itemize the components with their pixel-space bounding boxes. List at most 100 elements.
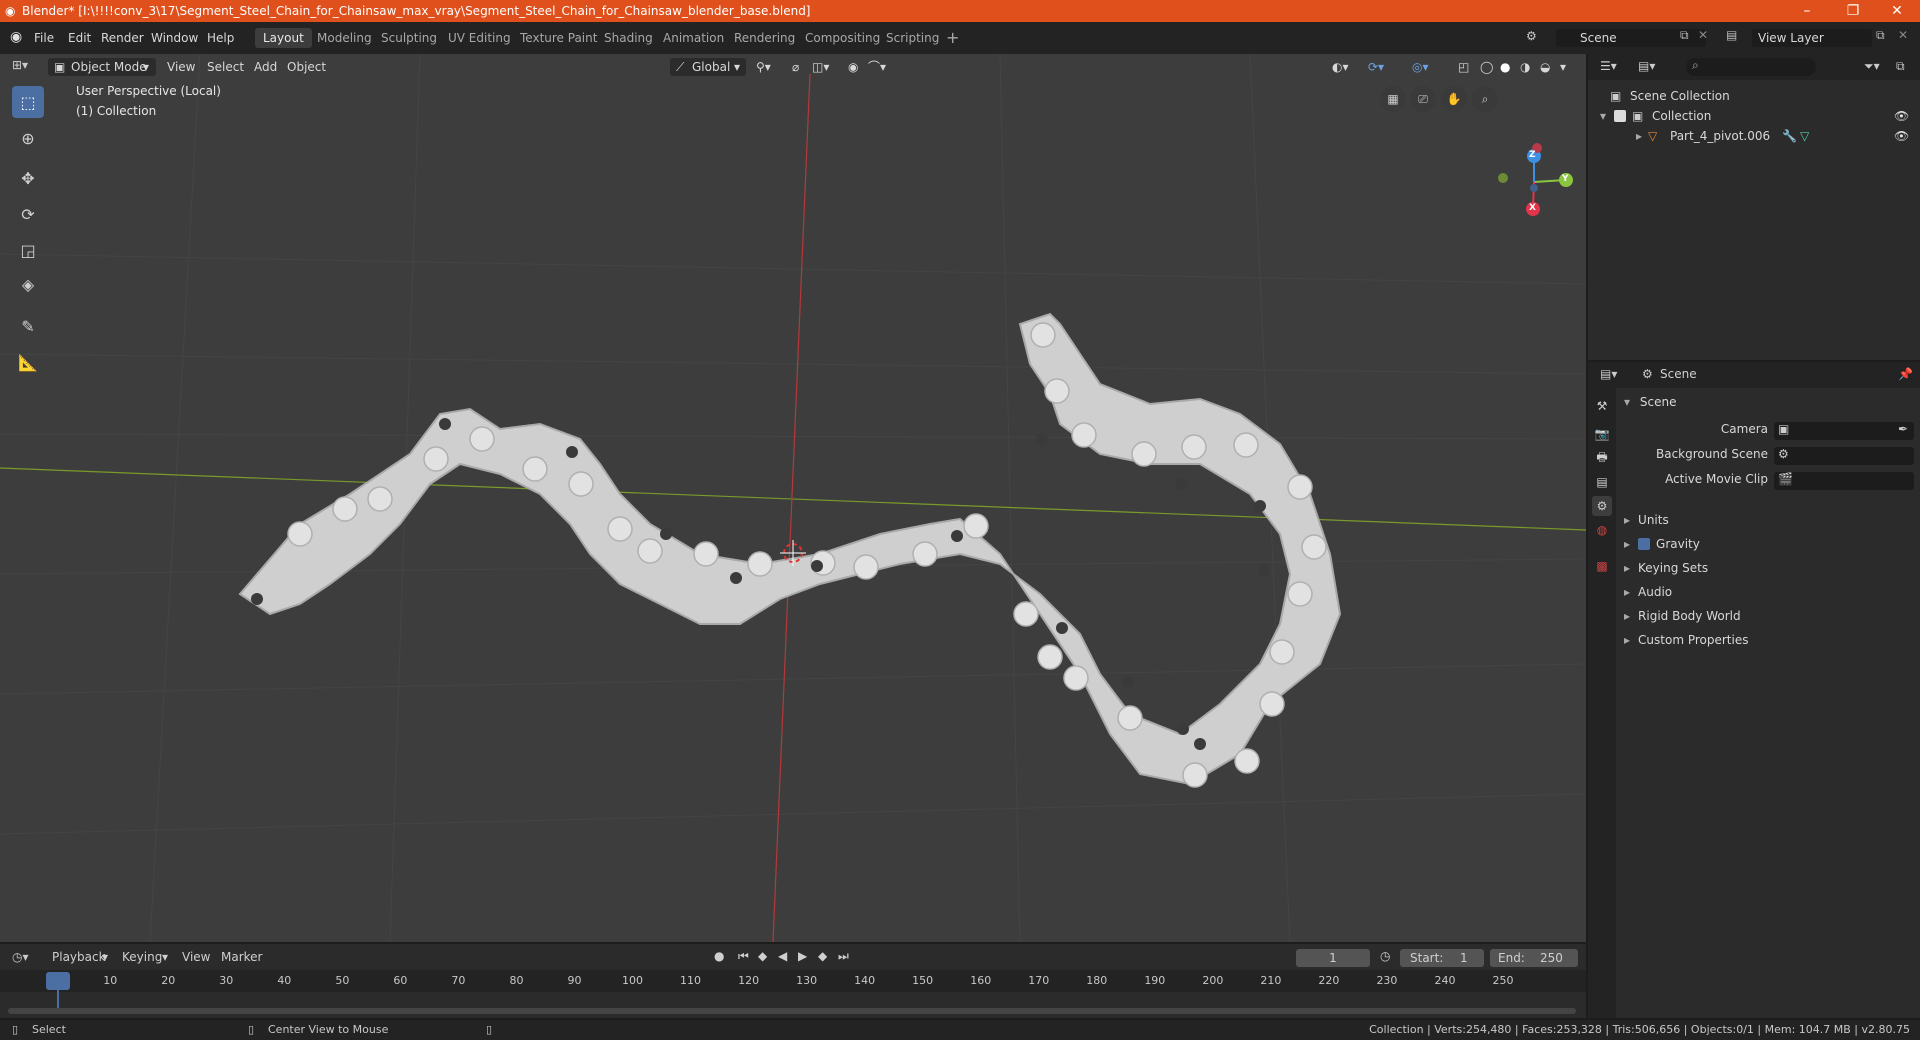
modifier-wrench-icon[interactable]: 🔧 bbox=[1782, 126, 1797, 146]
outliner-row-collection[interactable]: ▾ ▣ Collection 👁 bbox=[1588, 106, 1920, 126]
proportional-edit-icon[interactable]: ◉ bbox=[848, 58, 858, 76]
prev-keyframe-icon[interactable]: ◆ bbox=[758, 949, 767, 963]
delete-scene-icon[interactable]: ✕ bbox=[1698, 28, 1708, 42]
view-layer-field[interactable]: View Layer bbox=[1752, 29, 1872, 47]
view-layer-tab-icon[interactable]: ▤ bbox=[1592, 472, 1612, 492]
zoom-icon[interactable]: ⌕ bbox=[1472, 86, 1498, 112]
world-tab-icon[interactable]: ◍ bbox=[1592, 520, 1612, 540]
visibility-icon[interactable]: ◐▾ bbox=[1332, 58, 1349, 76]
solid-shading-icon[interactable]: ● bbox=[1500, 58, 1510, 76]
tab-layout[interactable]: Layout bbox=[255, 28, 312, 48]
eye-icon[interactable]: 👁 bbox=[1894, 106, 1909, 126]
tab-uv-editing[interactable]: UV Editing bbox=[440, 28, 519, 48]
outliner-row-object[interactable]: ▸ ▽ Part_4_pivot.006 🔧 ▽ 👁 bbox=[1588, 126, 1920, 146]
pivot-icon[interactable]: ⚲▾ bbox=[756, 58, 771, 76]
new-scene-icon[interactable]: ⧉ bbox=[1680, 28, 1689, 43]
rendered-shading-icon[interactable]: ◒ bbox=[1540, 58, 1550, 76]
tab-shading[interactable]: Shading bbox=[596, 28, 661, 48]
mesh-data-icon[interactable]: ▽ bbox=[1800, 126, 1809, 146]
jump-start-icon[interactable]: ⏮ bbox=[738, 949, 749, 964]
filter-icon[interactable]: ⏷▾ bbox=[1864, 59, 1880, 74]
texture-tab-icon[interactable]: ▩ bbox=[1592, 556, 1612, 576]
menu-edit[interactable]: Edit bbox=[68, 29, 91, 47]
play-icon[interactable]: ▶ bbox=[798, 949, 807, 963]
active-movie-clip-field[interactable] bbox=[1774, 472, 1914, 490]
timeline-ruler[interactable] bbox=[0, 970, 1586, 992]
outliner-row-scene-collection[interactable]: ▣ Scene Collection bbox=[1588, 86, 1920, 106]
3d-viewport[interactable]: Z Y X ⊞▾ ▣ Object Mode ▾ View Select Add… bbox=[0, 54, 1586, 942]
outliner-editor-type-icon[interactable]: ☰▾ bbox=[1600, 59, 1617, 73]
jump-end-icon[interactable]: ⏭ bbox=[838, 949, 849, 964]
xray-icon[interactable]: ◰ bbox=[1458, 58, 1469, 76]
scene-selector-icon[interactable]: ⚙ bbox=[1526, 29, 1537, 43]
display-mode-icon[interactable]: ▤▾ bbox=[1638, 59, 1655, 73]
new-collection-icon[interactable]: ⧉ bbox=[1896, 59, 1905, 74]
snap-icon[interactable]: ⌀ bbox=[792, 58, 799, 76]
select-menu[interactable]: Select bbox=[207, 58, 244, 76]
object-menu[interactable]: Object bbox=[287, 58, 326, 76]
add-workspace-icon[interactable]: + bbox=[946, 28, 959, 47]
measure-tool-icon[interactable]: 📐 bbox=[12, 346, 44, 378]
gravity-section[interactable]: ▸ Gravity bbox=[1624, 534, 1700, 554]
select-box-tool-icon[interactable]: ⬚ bbox=[12, 86, 44, 118]
record-icon[interactable]: ● bbox=[714, 949, 724, 963]
wireframe-shading-icon[interactable]: ◯ bbox=[1480, 58, 1493, 76]
timeline-scrollbar[interactable] bbox=[8, 1008, 1576, 1014]
material-shading-icon[interactable]: ◑ bbox=[1520, 58, 1530, 76]
units-section[interactable]: ▸ Units bbox=[1624, 510, 1669, 530]
playhead[interactable] bbox=[46, 972, 70, 990]
render-tab-icon[interactable]: 📷 bbox=[1592, 424, 1612, 444]
menu-render[interactable]: Render bbox=[101, 29, 144, 47]
minimize-button[interactable]: – bbox=[1784, 0, 1830, 22]
background-scene-field[interactable] bbox=[1774, 447, 1914, 465]
gravity-checkbox[interactable] bbox=[1638, 538, 1651, 550]
keying-menu[interactable]: Keying bbox=[122, 950, 162, 964]
shading-options-icon[interactable]: ▾ bbox=[1560, 58, 1566, 76]
gizmo-toggle-icon[interactable]: ⟳▾ bbox=[1368, 58, 1384, 76]
close-button[interactable]: ✕ bbox=[1874, 0, 1920, 22]
eye-icon[interactable]: 👁 bbox=[1894, 126, 1909, 146]
delete-view-layer-icon[interactable]: ✕ bbox=[1898, 28, 1908, 42]
custom-properties-section[interactable]: ▸ Custom Properties bbox=[1624, 630, 1748, 650]
audio-section[interactable]: ▸ Audio bbox=[1624, 582, 1672, 602]
tab-compositing[interactable]: Compositing bbox=[797, 28, 888, 48]
pan-hand-icon[interactable]: ✋ bbox=[1441, 86, 1467, 112]
current-frame-field[interactable]: 1 bbox=[1296, 949, 1370, 967]
new-view-layer-icon[interactable]: ⧉ bbox=[1876, 28, 1885, 43]
annotate-tool-icon[interactable]: ✎ bbox=[12, 310, 44, 342]
scene-tab-icon[interactable]: ⚙ bbox=[1592, 496, 1612, 516]
tab-modeling[interactable]: Modeling bbox=[309, 28, 380, 48]
tab-scripting[interactable]: Scripting bbox=[878, 28, 947, 48]
expand-arrow-icon[interactable]: ▾ bbox=[1600, 106, 1606, 126]
add-menu[interactable]: Add bbox=[254, 58, 277, 76]
output-tab-icon[interactable]: 🖶 bbox=[1592, 448, 1612, 468]
move-tool-icon[interactable]: ✥ bbox=[12, 162, 44, 194]
scene-panel-header[interactable]: ▾ Scene bbox=[1624, 392, 1676, 412]
menu-help[interactable]: Help bbox=[207, 29, 234, 47]
maximize-button[interactable]: ❐ bbox=[1830, 0, 1876, 22]
next-keyframe-icon[interactable]: ◆ bbox=[818, 949, 827, 963]
pin-icon[interactable]: 📌 bbox=[1898, 367, 1913, 381]
toggle-grid-icon[interactable]: ▦ bbox=[1380, 86, 1406, 112]
snap-target-icon[interactable]: ◫▾ bbox=[812, 58, 829, 76]
menu-file[interactable]: File bbox=[34, 29, 54, 47]
scale-tool-icon[interactable]: ◲ bbox=[12, 234, 44, 266]
transform-tool-icon[interactable]: ◈ bbox=[12, 268, 44, 300]
tool-tab-icon[interactable]: ⚒ bbox=[1592, 396, 1612, 416]
overlays-icon[interactable]: ◎▾ bbox=[1412, 58, 1429, 76]
tab-animation[interactable]: Animation bbox=[655, 28, 732, 48]
rotate-tool-icon[interactable]: ⟳ bbox=[12, 198, 44, 230]
properties-editor-type-icon[interactable]: ▤▾ bbox=[1600, 367, 1617, 381]
eyedropper-icon[interactable]: ✒ bbox=[1898, 422, 1908, 436]
camera-view-icon[interactable]: ⎚ bbox=[1410, 86, 1436, 112]
falloff-icon[interactable]: ⌒▾ bbox=[868, 58, 886, 76]
tab-sculpting[interactable]: Sculpting bbox=[373, 28, 445, 48]
expand-arrow-icon[interactable]: ▸ bbox=[1636, 126, 1642, 146]
tab-rendering[interactable]: Rendering bbox=[726, 28, 803, 48]
keying-sets-section[interactable]: ▸ Keying Sets bbox=[1624, 558, 1708, 578]
clock-icon[interactable]: ◷ bbox=[1380, 949, 1390, 963]
outliner-search-input[interactable] bbox=[1686, 58, 1816, 76]
timeline-view-menu[interactable]: View bbox=[182, 950, 210, 964]
playback-menu[interactable]: Playback bbox=[52, 950, 106, 964]
cursor-tool-icon[interactable]: ⊕ bbox=[12, 122, 44, 154]
